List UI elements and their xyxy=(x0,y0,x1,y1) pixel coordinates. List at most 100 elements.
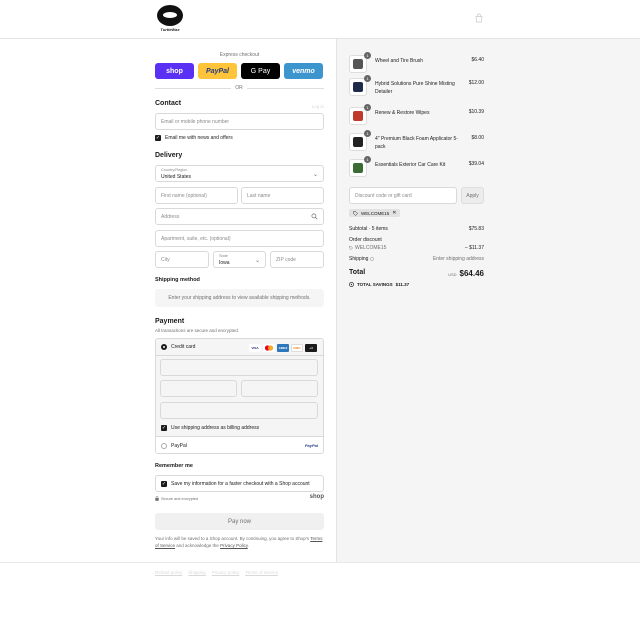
item-name: Renew & Restore Wipes xyxy=(375,110,430,116)
billing-checkbox-row[interactable]: ✓ Use shipping address as billing addres… xyxy=(161,425,259,431)
logo-text: TurtleWax xyxy=(160,27,180,32)
item-price: $6.40 xyxy=(471,57,484,63)
privacy-policy-footer-link[interactable]: Privacy policy xyxy=(212,570,240,575)
total-label: Total xyxy=(349,269,366,276)
mastercard-icon xyxy=(263,344,275,352)
city-placeholder: City xyxy=(161,257,170,263)
tag-icon xyxy=(353,210,358,216)
credit-card-option[interactable]: Credit card VISA AMEX DISC +4 xyxy=(156,339,323,356)
payment-heading: Payment xyxy=(155,318,185,325)
paypal-option[interactable]: PayPal PayPal xyxy=(156,436,323,453)
visa-icon: VISA xyxy=(249,344,261,352)
item-price: $39.04 xyxy=(468,161,484,167)
refund-policy-link[interactable]: Refund policy xyxy=(155,570,182,575)
terms-of-service-footer-link[interactable]: Terms of service xyxy=(245,570,278,575)
paypal-label: PayPal xyxy=(171,443,187,449)
item-price: $12.00 xyxy=(468,80,484,86)
expiration-field[interactable] xyxy=(160,380,237,397)
payment-methods: Credit card VISA AMEX DISC +4 ✓ Use ship… xyxy=(155,338,324,454)
express-checkout-title: Express checkout xyxy=(219,52,260,58)
zip-field[interactable]: ZIP code xyxy=(270,251,324,268)
subtotal-label: Subtotal · 5 items xyxy=(349,226,388,232)
discount-placeholder: Discount code or gift card xyxy=(355,193,412,199)
save-info-row[interactable]: ✓ Save my information for a faster check… xyxy=(161,481,310,487)
terms-text: Your info will be saved to a Shop accoun… xyxy=(155,535,324,549)
product-swatch xyxy=(353,163,363,173)
apartment-field[interactable]: Apartment, suite, etc. (optional) xyxy=(155,230,324,247)
news-checkbox-label: Email me with news and offers xyxy=(165,135,233,141)
venmo-button[interactable]: venmo xyxy=(284,63,323,79)
paypal-logo: PayPal xyxy=(304,443,318,448)
discount-value: – $11.37 xyxy=(464,245,484,251)
billing-checkbox-label: Use shipping address as billing address xyxy=(171,425,260,431)
total-savings-row: TOTAL SAVINGS $11.37 xyxy=(349,282,484,287)
cart-item: 1 Essentials Exterior Car Care Kit $39.0… xyxy=(349,156,484,181)
save-info-checkbox[interactable]: ✓ xyxy=(161,481,167,487)
total-row: Total USD $64.46 xyxy=(349,269,484,279)
pay-now-button[interactable]: Pay now xyxy=(155,513,324,530)
save-info-label: Save my information for a faster checkou… xyxy=(171,481,310,487)
currency-code: USD xyxy=(448,272,457,277)
discount-code-text: WELCOME15 xyxy=(355,245,387,251)
credit-card-fields: ✓ Use shipping address as billing addres… xyxy=(156,356,323,436)
remove-discount-icon[interactable]: ✕ xyxy=(392,210,396,216)
shop-logo: shop xyxy=(309,494,324,500)
city-field[interactable]: City xyxy=(155,251,209,268)
paypal-radio[interactable] xyxy=(161,443,167,449)
card-number-field[interactable] xyxy=(160,359,318,376)
paypal-button[interactable]: PayPal xyxy=(198,63,237,79)
credit-card-radio[interactable] xyxy=(161,344,167,350)
chevron-down-icon: ⌄ xyxy=(254,258,260,264)
discount-code-field[interactable]: Discount code or gift card xyxy=(349,187,457,204)
login-link[interactable]: Log in xyxy=(312,104,324,109)
apply-button[interactable]: Apply xyxy=(461,187,484,204)
privacy-policy-link[interactable]: Privacy Policy xyxy=(220,543,248,548)
shop-pay-button[interactable]: shop xyxy=(155,63,194,79)
news-checkbox[interactable]: ✓ xyxy=(155,135,161,141)
turtle-logo-icon xyxy=(157,5,183,26)
first-name-placeholder: First name (optional) xyxy=(161,193,207,199)
save-info-option[interactable]: ✓ Save my information for a faster check… xyxy=(155,475,324,492)
quantity-badge: 1 xyxy=(364,104,371,111)
country-select[interactable]: Country/Region United States ⌄ xyxy=(155,165,324,182)
cart-item: 1 Hybrid Solutions Pure Shine Misting De… xyxy=(349,75,484,100)
product-swatch xyxy=(353,82,363,92)
chevron-down-icon: ⌄ xyxy=(312,172,318,178)
discover-icon: DISC xyxy=(291,344,303,352)
turtle-wax-logo[interactable]: TurtleWax xyxy=(155,5,185,35)
shipping-method-heading: Shipping method xyxy=(155,277,200,283)
discount-tag: WELCOME15 ✕ xyxy=(349,209,401,217)
apartment-placeholder: Apartment, suite, etc. (optional) xyxy=(161,236,231,242)
security-code-field[interactable] xyxy=(241,380,318,397)
shipping-label: Shipping xyxy=(349,256,369,262)
payment-subtitle: All transactions are secure and encrypte… xyxy=(155,328,240,333)
terms-after: . xyxy=(247,543,250,548)
subtotal-value: $75.83 xyxy=(468,226,484,232)
last-name-field[interactable]: Last name xyxy=(241,187,324,204)
item-name: Hybrid Solutions Pure Shine Misting Deta… xyxy=(375,81,455,95)
contact-heading: Contact xyxy=(155,100,182,107)
state-value: Iowa xyxy=(219,260,230,266)
address-field[interactable]: Address xyxy=(155,208,324,225)
product-swatch xyxy=(353,59,363,69)
google-pay-button[interactable]: G Pay xyxy=(241,63,280,79)
lock-icon xyxy=(155,496,159,501)
shopping-bag-icon[interactable] xyxy=(474,13,484,23)
footer-divider xyxy=(0,562,640,563)
news-checkbox-row[interactable]: ✓ Email me with news and offers xyxy=(155,135,233,141)
state-label: State xyxy=(219,254,228,258)
email-field[interactable]: Email or mobile phone number xyxy=(155,113,324,130)
item-name: 4" Premium Black Foam Applicator 5-pack xyxy=(375,136,458,150)
quantity-badge: 1 xyxy=(364,130,371,137)
quantity-badge: 1 xyxy=(364,52,371,59)
info-icon[interactable] xyxy=(370,257,375,261)
first-name-field[interactable]: First name (optional) xyxy=(155,187,238,204)
email-placeholder: Email or mobile phone number xyxy=(161,119,230,125)
billing-checkbox[interactable]: ✓ xyxy=(161,425,167,431)
name-on-card-field[interactable] xyxy=(160,402,318,419)
discount-tag-label: WELCOME15 xyxy=(361,210,390,216)
item-price: $10.39 xyxy=(468,109,484,115)
shipping-link[interactable]: Shipping xyxy=(188,570,206,575)
cart-item: 1 Wheel and Tire Brush $6.40 xyxy=(349,52,484,77)
state-select[interactable]: State Iowa ⌄ xyxy=(213,251,266,268)
